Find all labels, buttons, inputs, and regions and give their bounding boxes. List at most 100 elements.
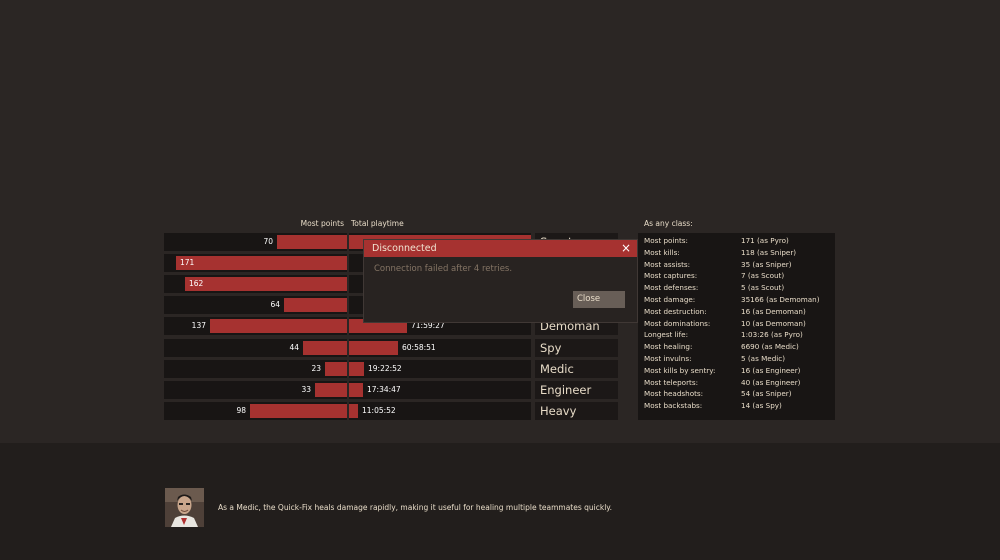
stat-label: Most damage: bbox=[644, 295, 696, 304]
stat-value: 5 (as Scout) bbox=[741, 283, 785, 292]
playtime-bar bbox=[349, 341, 398, 355]
stat-value: 14 (as Spy) bbox=[741, 401, 782, 410]
close-icon[interactable]: × bbox=[621, 240, 631, 257]
points-bar bbox=[325, 362, 347, 376]
stat-value: 54 (as Sniper) bbox=[741, 389, 792, 398]
stat-row: Most invulns: 5 (as Medic) bbox=[644, 353, 834, 365]
stat-value: 35166 (as Demoman) bbox=[741, 295, 820, 304]
class-name: Medic bbox=[540, 362, 574, 376]
stat-row: Most destruction: 16 (as Demoman) bbox=[644, 306, 834, 318]
playtime-cell: 19:22:52 bbox=[349, 360, 531, 378]
class-row: 98 11:05:52 Heavy bbox=[164, 402, 618, 420]
points-value: 137 bbox=[191, 321, 206, 330]
stat-row: Most defenses: 5 (as Scout) bbox=[644, 282, 834, 294]
dialog-message: Connection failed after 4 retries. bbox=[374, 264, 513, 274]
points-value: 162 bbox=[189, 279, 204, 288]
stat-row: Most kills: 118 (as Sniper) bbox=[644, 247, 834, 259]
tip-text: As a Medic, the Quick-Fix heals damage r… bbox=[218, 503, 613, 512]
stat-row: Most backstabs: 14 (as Spy) bbox=[644, 400, 834, 412]
playtime-value: 60:58:51 bbox=[402, 343, 436, 352]
tip-bar bbox=[0, 443, 1000, 560]
points-cell: 162 bbox=[164, 275, 347, 293]
points-bar bbox=[303, 341, 347, 355]
any-class-header: As any class: bbox=[644, 219, 693, 228]
stat-label: Most kills: bbox=[644, 248, 680, 257]
playtime-bar bbox=[349, 383, 363, 397]
stat-value: 5 (as Medic) bbox=[741, 354, 786, 363]
points-value: 171 bbox=[180, 258, 195, 267]
stat-value: 171 (as Pyro) bbox=[741, 236, 789, 245]
stat-row: Most kills by sentry: 16 (as Engineer) bbox=[644, 365, 834, 377]
close-button[interactable]: Close bbox=[573, 291, 625, 308]
class-cell: Engineer bbox=[535, 381, 618, 399]
stat-row: Most headshots: 54 (as Sniper) bbox=[644, 388, 834, 400]
stat-value: 16 (as Demoman) bbox=[741, 307, 806, 316]
medic-portrait-icon bbox=[165, 488, 204, 527]
stat-value: 6690 (as Medic) bbox=[741, 342, 799, 351]
stat-row: Longest life: 1:03:26 (as Pyro) bbox=[644, 329, 834, 341]
points-cell: 70 bbox=[164, 233, 347, 251]
total-playtime-header: Total playtime bbox=[351, 219, 404, 228]
stat-label: Most headshots: bbox=[644, 389, 704, 398]
points-bar bbox=[250, 404, 347, 418]
stat-value: 1:03:26 (as Pyro) bbox=[741, 330, 803, 339]
points-cell: 98 bbox=[164, 402, 347, 420]
points-bar bbox=[176, 256, 347, 270]
points-bar bbox=[284, 298, 347, 312]
class-cell: Heavy bbox=[535, 402, 618, 420]
points-value: 64 bbox=[270, 300, 280, 309]
stat-label: Most kills by sentry: bbox=[644, 366, 716, 375]
points-value: 23 bbox=[311, 364, 321, 373]
stat-label: Most points: bbox=[644, 236, 688, 245]
stat-label: Most invulns: bbox=[644, 354, 692, 363]
class-name: Heavy bbox=[540, 404, 577, 418]
points-bar bbox=[277, 235, 347, 249]
most-points-header: Most points bbox=[300, 219, 344, 228]
class-cell: Spy bbox=[535, 339, 618, 357]
points-cell: 33 bbox=[164, 381, 347, 399]
playtime-cell: 60:58:51 bbox=[349, 339, 531, 357]
stat-row: Most damage: 35166 (as Demoman) bbox=[644, 294, 834, 306]
points-cell: 171 bbox=[164, 254, 347, 272]
stat-value: 7 (as Scout) bbox=[741, 271, 785, 280]
points-cell: 23 bbox=[164, 360, 347, 378]
class-row: 44 60:58:51 Spy bbox=[164, 339, 618, 357]
playtime-value: 11:05:52 bbox=[362, 406, 396, 415]
stat-row: Most points: 171 (as Pyro) bbox=[644, 235, 834, 247]
stat-value: 16 (as Engineer) bbox=[741, 366, 801, 375]
playtime-value: 17:34:47 bbox=[367, 385, 401, 394]
stat-label: Most captures: bbox=[644, 271, 698, 280]
points-cell: 137 bbox=[164, 317, 347, 335]
points-bar bbox=[315, 383, 347, 397]
stat-value: 118 (as Sniper) bbox=[741, 248, 797, 257]
stat-label: Most healing: bbox=[644, 342, 693, 351]
dialog-title: Disconnected bbox=[372, 243, 437, 254]
stat-label: Most backstabs: bbox=[644, 401, 703, 410]
playtime-value: 19:22:52 bbox=[368, 364, 402, 373]
playtime-bar bbox=[349, 404, 358, 418]
any-class-stats-panel: Most points: 171 (as Pyro) Most kills: 118 … bbox=[638, 233, 835, 420]
stat-label: Most destruction: bbox=[644, 307, 707, 316]
stat-label: Most defenses: bbox=[644, 283, 699, 292]
disconnected-dialog: Disconnected × Connection failed after 4… bbox=[363, 239, 638, 323]
stat-label: Longest life: bbox=[644, 330, 689, 339]
points-value: 33 bbox=[301, 385, 311, 394]
class-row: 23 19:22:52 Medic bbox=[164, 360, 618, 378]
stat-row: Most captures: 7 (as Scout) bbox=[644, 270, 834, 282]
class-name: Engineer bbox=[540, 383, 592, 397]
dialog-titlebar: Disconnected × bbox=[364, 240, 637, 257]
points-cell: 44 bbox=[164, 339, 347, 357]
points-value: 70 bbox=[263, 237, 273, 246]
class-name: Spy bbox=[540, 341, 562, 355]
points-value: 98 bbox=[236, 406, 246, 415]
points-bar bbox=[210, 319, 347, 333]
playtime-bar bbox=[349, 362, 364, 376]
class-row: 33 17:34:47 Engineer bbox=[164, 381, 618, 399]
playtime-cell: 11:05:52 bbox=[349, 402, 531, 420]
points-bar bbox=[185, 277, 347, 291]
stat-row: Most healing: 6690 (as Medic) bbox=[644, 341, 834, 353]
points-value: 44 bbox=[289, 343, 299, 352]
points-cell: 64 bbox=[164, 296, 347, 314]
playtime-cell: 17:34:47 bbox=[349, 381, 531, 399]
class-cell: Medic bbox=[535, 360, 618, 378]
